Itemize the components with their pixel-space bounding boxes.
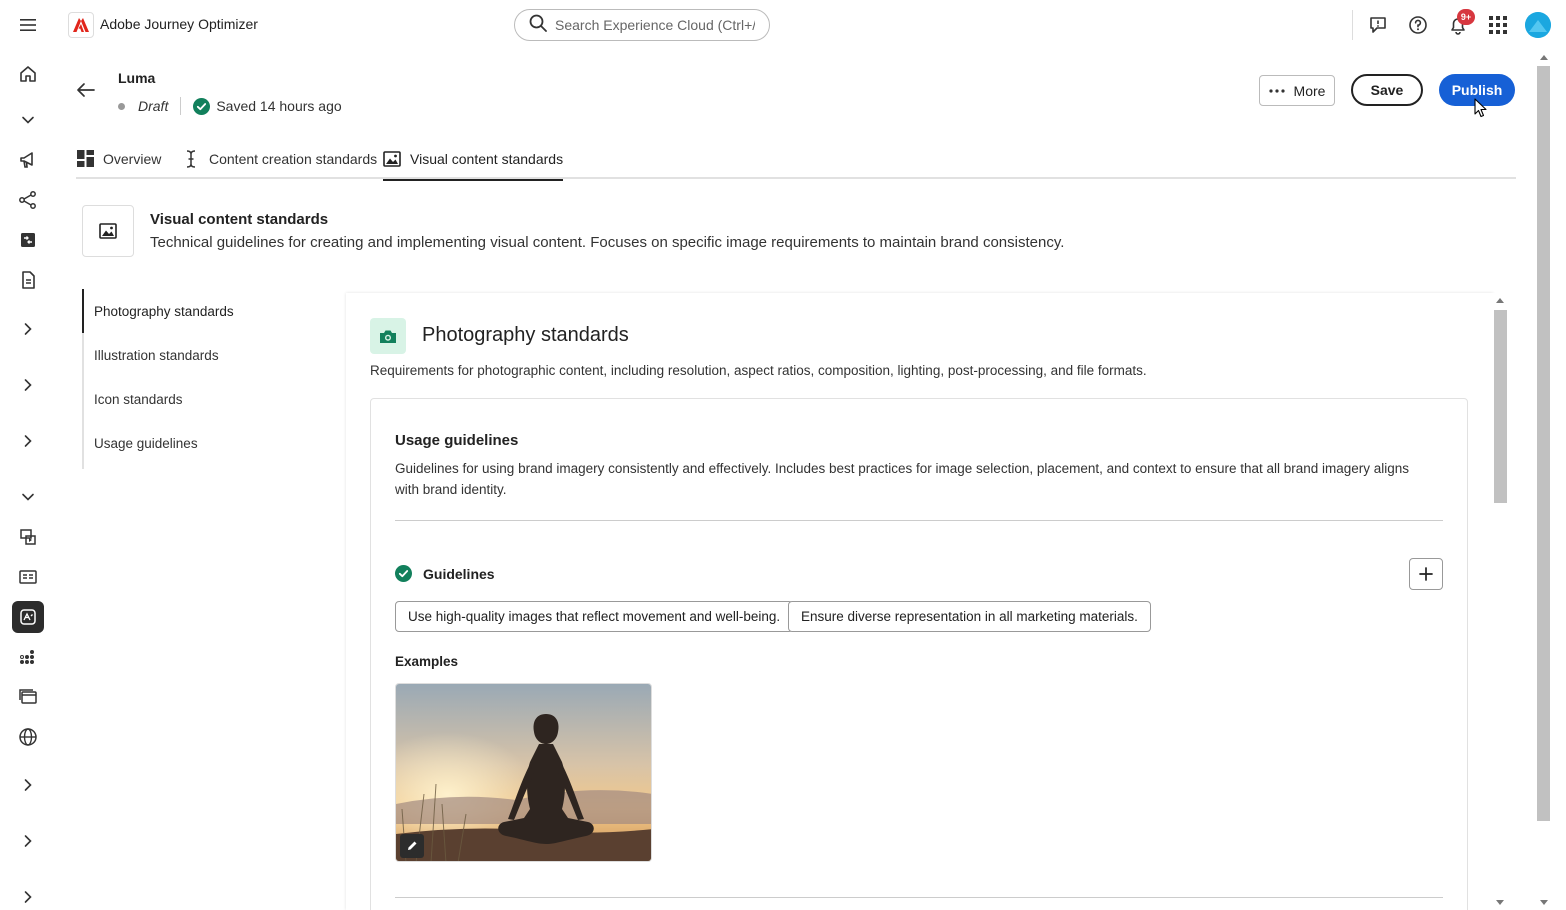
content-scrollbar-thumb[interactable] xyxy=(1494,310,1507,503)
scroll-down-arrow-icon[interactable] xyxy=(1496,900,1504,905)
search-icon xyxy=(529,14,547,37)
back-arrow-icon[interactable] xyxy=(72,76,100,104)
segments-icon[interactable] xyxy=(12,642,44,674)
camera-icon xyxy=(370,318,406,354)
fragments-icon[interactable] xyxy=(12,521,44,553)
offers-icon[interactable] xyxy=(12,561,44,593)
tab-label: Content creation standards xyxy=(209,150,378,167)
saved-timestamp: Saved 14 hours ago xyxy=(216,98,342,114)
dashboard-icon xyxy=(76,150,94,168)
photography-title: Photography standards xyxy=(422,324,629,346)
subnav-item-icon-standards[interactable]: Icon standards xyxy=(84,377,284,421)
tab-visual-content-standards[interactable]: Visual content standards xyxy=(383,138,564,181)
search-input[interactable] xyxy=(555,17,755,33)
help-icon[interactable] xyxy=(1406,13,1430,37)
subnav-item-illustration-standards[interactable]: Illustration standards xyxy=(84,333,284,377)
app-name[interactable]: Adobe Journey Optimizer xyxy=(100,16,258,32)
scroll-up-arrow-icon[interactable] xyxy=(1496,298,1504,303)
status-divider xyxy=(180,97,182,115)
adobe-logo-icon[interactable] xyxy=(68,12,94,38)
chevron-right-icon[interactable] xyxy=(12,881,44,910)
top-bar: Adobe Journey Optimizer 9+ xyxy=(0,0,1566,50)
tab-label: Visual content standards xyxy=(410,150,564,167)
chevron-right-icon[interactable] xyxy=(12,369,44,401)
guidelines-label: Guidelines xyxy=(423,565,495,582)
plus-icon xyxy=(1419,567,1433,581)
chevron-right-icon[interactable] xyxy=(12,825,44,857)
card-description: Guidelines for using brand imagery consi… xyxy=(395,461,1410,497)
subnav-item-photography-standards[interactable]: Photography standards xyxy=(82,289,282,333)
globe-icon[interactable] xyxy=(12,721,44,753)
card-title: Usage guidelines xyxy=(395,432,519,449)
tab-list: Overview Content creation standards Visu… xyxy=(76,138,1516,181)
divider xyxy=(395,520,1443,521)
topbar-divider xyxy=(1352,10,1353,40)
subsection-nav: Photography standards Illustration stand… xyxy=(82,289,282,469)
tab-label: Overview xyxy=(103,150,162,167)
edit-image-button[interactable] xyxy=(400,834,424,858)
global-search[interactable] xyxy=(514,9,770,41)
photography-description: Requirements for photographic content, i… xyxy=(370,363,1147,378)
guideline-chip[interactable]: Ensure diverse representation in all mar… xyxy=(788,601,1151,632)
more-dots-icon xyxy=(1268,88,1285,93)
checkmark-circle-icon xyxy=(395,565,412,582)
content-icon[interactable] xyxy=(12,224,44,256)
tab-overview[interactable]: Overview xyxy=(76,138,161,179)
apps-grid-icon[interactable] xyxy=(1486,13,1510,37)
brand-icon[interactable] xyxy=(12,601,44,633)
chevron-right-icon[interactable] xyxy=(12,769,44,801)
campaigns-icon[interactable] xyxy=(12,144,44,176)
more-label: More xyxy=(1293,82,1326,99)
scroll-down-arrow-icon[interactable] xyxy=(1540,900,1548,905)
page-scrollbar-thumb[interactable] xyxy=(1537,66,1550,821)
meditation-photo xyxy=(396,684,651,861)
chevron-right-icon[interactable] xyxy=(12,313,44,345)
home-icon[interactable] xyxy=(12,58,44,90)
checkmark-circle-icon xyxy=(193,97,211,115)
feedback-icon[interactable] xyxy=(1366,13,1390,37)
more-button[interactable]: More xyxy=(1259,75,1335,106)
save-button[interactable]: Save xyxy=(1351,74,1423,106)
chevron-down-icon[interactable] xyxy=(12,104,44,136)
add-guideline-button[interactable] xyxy=(1409,558,1443,590)
content-panel: Photography standards Requirements for p… xyxy=(346,293,1493,910)
chevron-down-icon[interactable] xyxy=(12,481,44,513)
journeys-icon[interactable] xyxy=(12,184,44,216)
hamburger-menu-icon[interactable] xyxy=(16,14,40,36)
tab-content-creation-standards[interactable]: Content creation standards xyxy=(182,138,377,179)
mouse-cursor-icon xyxy=(1474,98,1487,118)
text-cursor-icon xyxy=(182,149,200,168)
section-title: Visual content standards xyxy=(150,211,329,228)
usage-guidelines-card: Usage guidelines Guidelines for using br… xyxy=(370,398,1468,910)
status-row: Draft Saved 14 hours ago xyxy=(118,97,342,115)
channels-icon[interactable] xyxy=(12,681,44,713)
examples-label: Examples xyxy=(395,654,459,669)
divider xyxy=(395,897,1443,898)
status-dot xyxy=(118,102,125,110)
example-image-meditation[interactable] xyxy=(395,683,652,862)
guideline-chip[interactable]: Use high-quality images that reflect mov… xyxy=(395,601,794,632)
notification-badge: 9+ xyxy=(1457,9,1475,25)
chevron-right-icon[interactable] xyxy=(12,425,44,457)
pencil-icon xyxy=(408,841,417,850)
page-title: Luma xyxy=(118,70,156,86)
section-description: Technical guidelines for creating and im… xyxy=(150,234,1065,251)
section-image-icon xyxy=(82,205,134,257)
guidelines-header: Guidelines xyxy=(395,565,495,582)
status-badge: Draft xyxy=(138,98,169,114)
left-rail xyxy=(0,50,56,910)
subnav-item-usage-guidelines[interactable]: Usage guidelines xyxy=(84,421,284,465)
avatar[interactable] xyxy=(1525,12,1551,38)
image-icon xyxy=(383,150,401,168)
templates-icon[interactable] xyxy=(12,264,44,296)
scroll-up-arrow-icon[interactable] xyxy=(1540,55,1548,60)
